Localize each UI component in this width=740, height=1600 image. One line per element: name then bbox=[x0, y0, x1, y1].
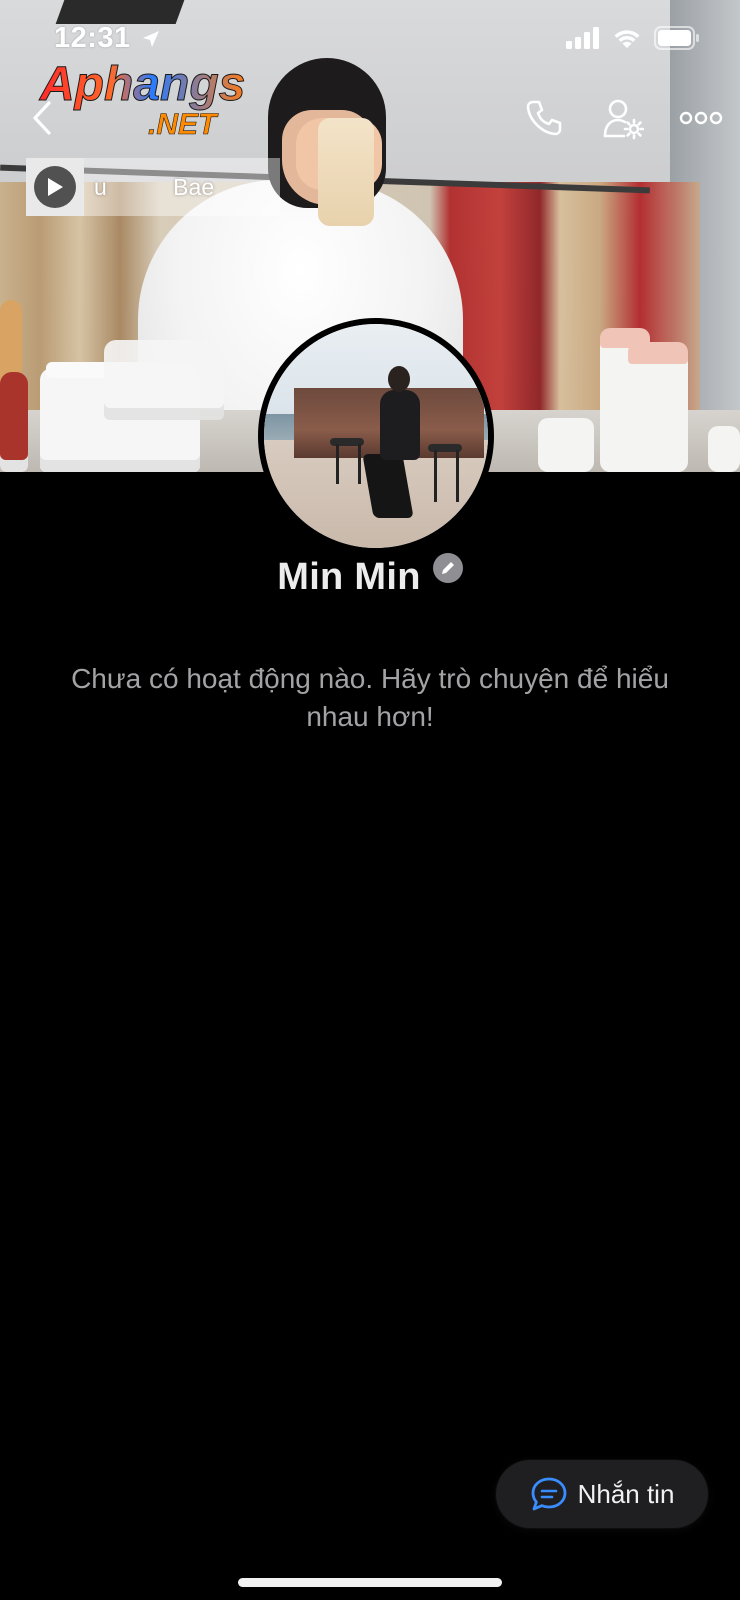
edit-name-button[interactable] bbox=[432, 552, 463, 583]
pencil-icon bbox=[441, 561, 454, 574]
signal-icon bbox=[566, 27, 599, 49]
chat-bubble-icon bbox=[531, 1477, 566, 1511]
call-button[interactable] bbox=[520, 94, 568, 142]
phone-icon bbox=[526, 100, 562, 136]
profile-music-chip[interactable]: u Bae I Be bbox=[26, 158, 280, 216]
more-options-button[interactable] bbox=[676, 96, 726, 140]
play-icon bbox=[48, 178, 63, 196]
music-title: u Bae I Be bbox=[94, 173, 280, 200]
play-button[interactable] bbox=[34, 166, 76, 208]
music-thumbnail bbox=[26, 158, 84, 216]
location-arrow-icon bbox=[143, 31, 160, 48]
friend-settings-button[interactable] bbox=[598, 94, 648, 144]
profile-name-row: Min Min bbox=[0, 552, 740, 599]
watermark-logo: Aphangs .NET bbox=[39, 58, 246, 141]
empty-activity-message: Chưa có hoạt động nào. Hãy trò chuyện để… bbox=[71, 663, 669, 732]
send-message-label: Nhắn tin bbox=[577, 1478, 675, 1509]
user-gear-icon bbox=[603, 99, 644, 140]
status-time: 12:31 bbox=[54, 22, 161, 55]
more-dots-icon bbox=[679, 111, 723, 125]
home-indicator[interactable] bbox=[238, 1578, 502, 1587]
wifi-icon bbox=[614, 30, 640, 48]
svg-text:Aphangs: Aphangs bbox=[39, 58, 245, 111]
battery-icon bbox=[654, 26, 699, 50]
profile-avatar[interactable] bbox=[258, 318, 494, 554]
back-button[interactable] bbox=[20, 96, 64, 140]
send-message-button[interactable]: Nhắn tin bbox=[496, 1460, 708, 1528]
svg-text:.NET: .NET bbox=[148, 108, 219, 141]
profile-screen: 12:31 Aphangs .NET u Bae Min Min Chưa có… bbox=[0, 0, 740, 1600]
profile-name: Min Min bbox=[277, 556, 421, 598]
chevron-left-icon bbox=[33, 101, 51, 135]
status-icons bbox=[566, 26, 700, 50]
